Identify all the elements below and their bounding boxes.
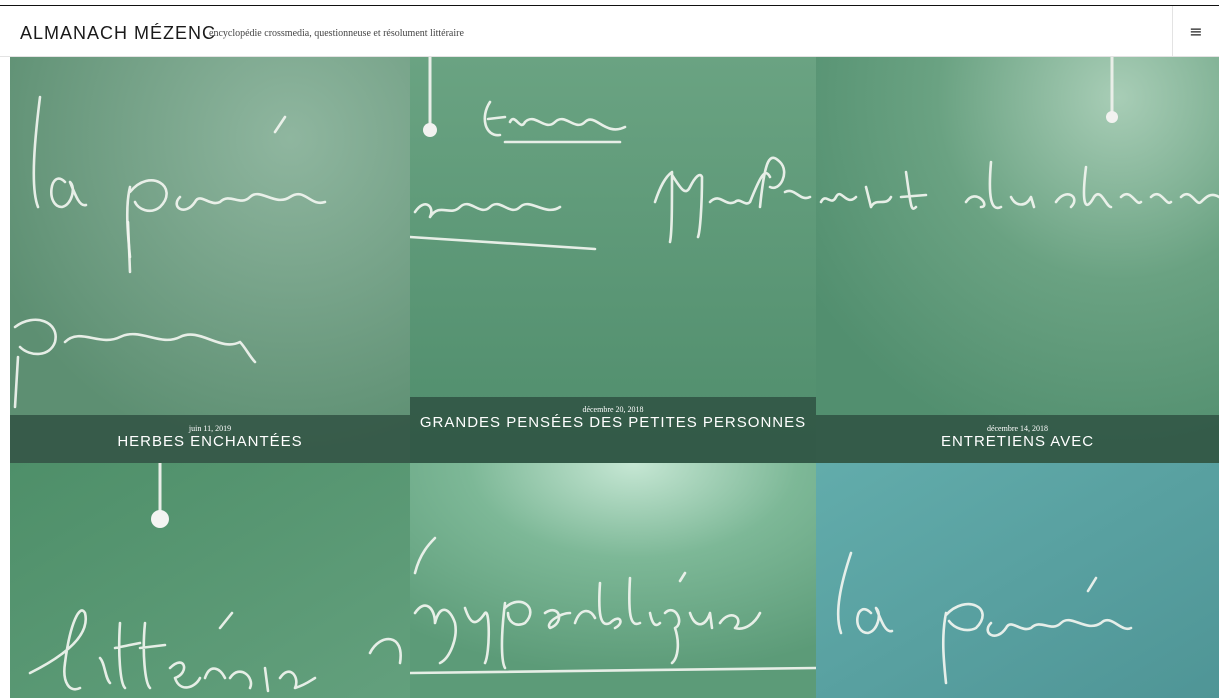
post-date: décembre 20, 2018 [582, 405, 644, 414]
site-title[interactable]: ALMANACH MÉZENC [20, 23, 216, 44]
post-title[interactable]: HERBES ENCHANTÉES [10, 433, 410, 451]
post-tile[interactable]: décembre 14, 2018 ENTRETIENS AVEC [816, 57, 1219, 463]
post-tile[interactable] [410, 463, 816, 698]
chalkboard-image [10, 57, 410, 463]
chalkboard-image [816, 57, 1219, 463]
post-tile[interactable]: juin 11, 2019 HERBES ENCHANTÉES [10, 57, 410, 463]
post-caption: juin 11, 2019 HERBES ENCHANTÉES [10, 415, 410, 463]
chalkboard-image [410, 463, 816, 698]
post-date: décembre 14, 2018 [986, 424, 1049, 433]
post-caption: décembre 20, 2018 GRANDES PENSÉES DES PE… [410, 397, 816, 463]
chalkboard-image [10, 463, 410, 698]
post-title[interactable]: GRANDES PENSÉES DES PETITES PERSONNES [410, 414, 816, 432]
post-date: juin 11, 2019 [188, 424, 232, 433]
post-grid: juin 11, 2019 HERBES ENCHANTÉES décembre… [10, 57, 1219, 698]
chalkboard-image [816, 463, 1219, 698]
menu-button[interactable]: ≡ [1173, 6, 1219, 56]
post-caption: décembre 14, 2018 ENTRETIENS AVEC [816, 415, 1219, 463]
post-tile[interactable] [10, 463, 410, 698]
post-title[interactable]: ENTRETIENS AVEC [816, 433, 1219, 451]
hamburger-menu-icon: ≡ [1189, 21, 1203, 41]
post-tile[interactable]: décembre 20, 2018 GRANDES PENSÉES DES PE… [410, 57, 816, 463]
site-tagline: encyclopédie crossmedia, questionneuse e… [209, 28, 464, 39]
site-header: ALMANACH MÉZENC encyclopédie crossmedia,… [0, 6, 1219, 57]
post-tile[interactable] [816, 463, 1219, 698]
